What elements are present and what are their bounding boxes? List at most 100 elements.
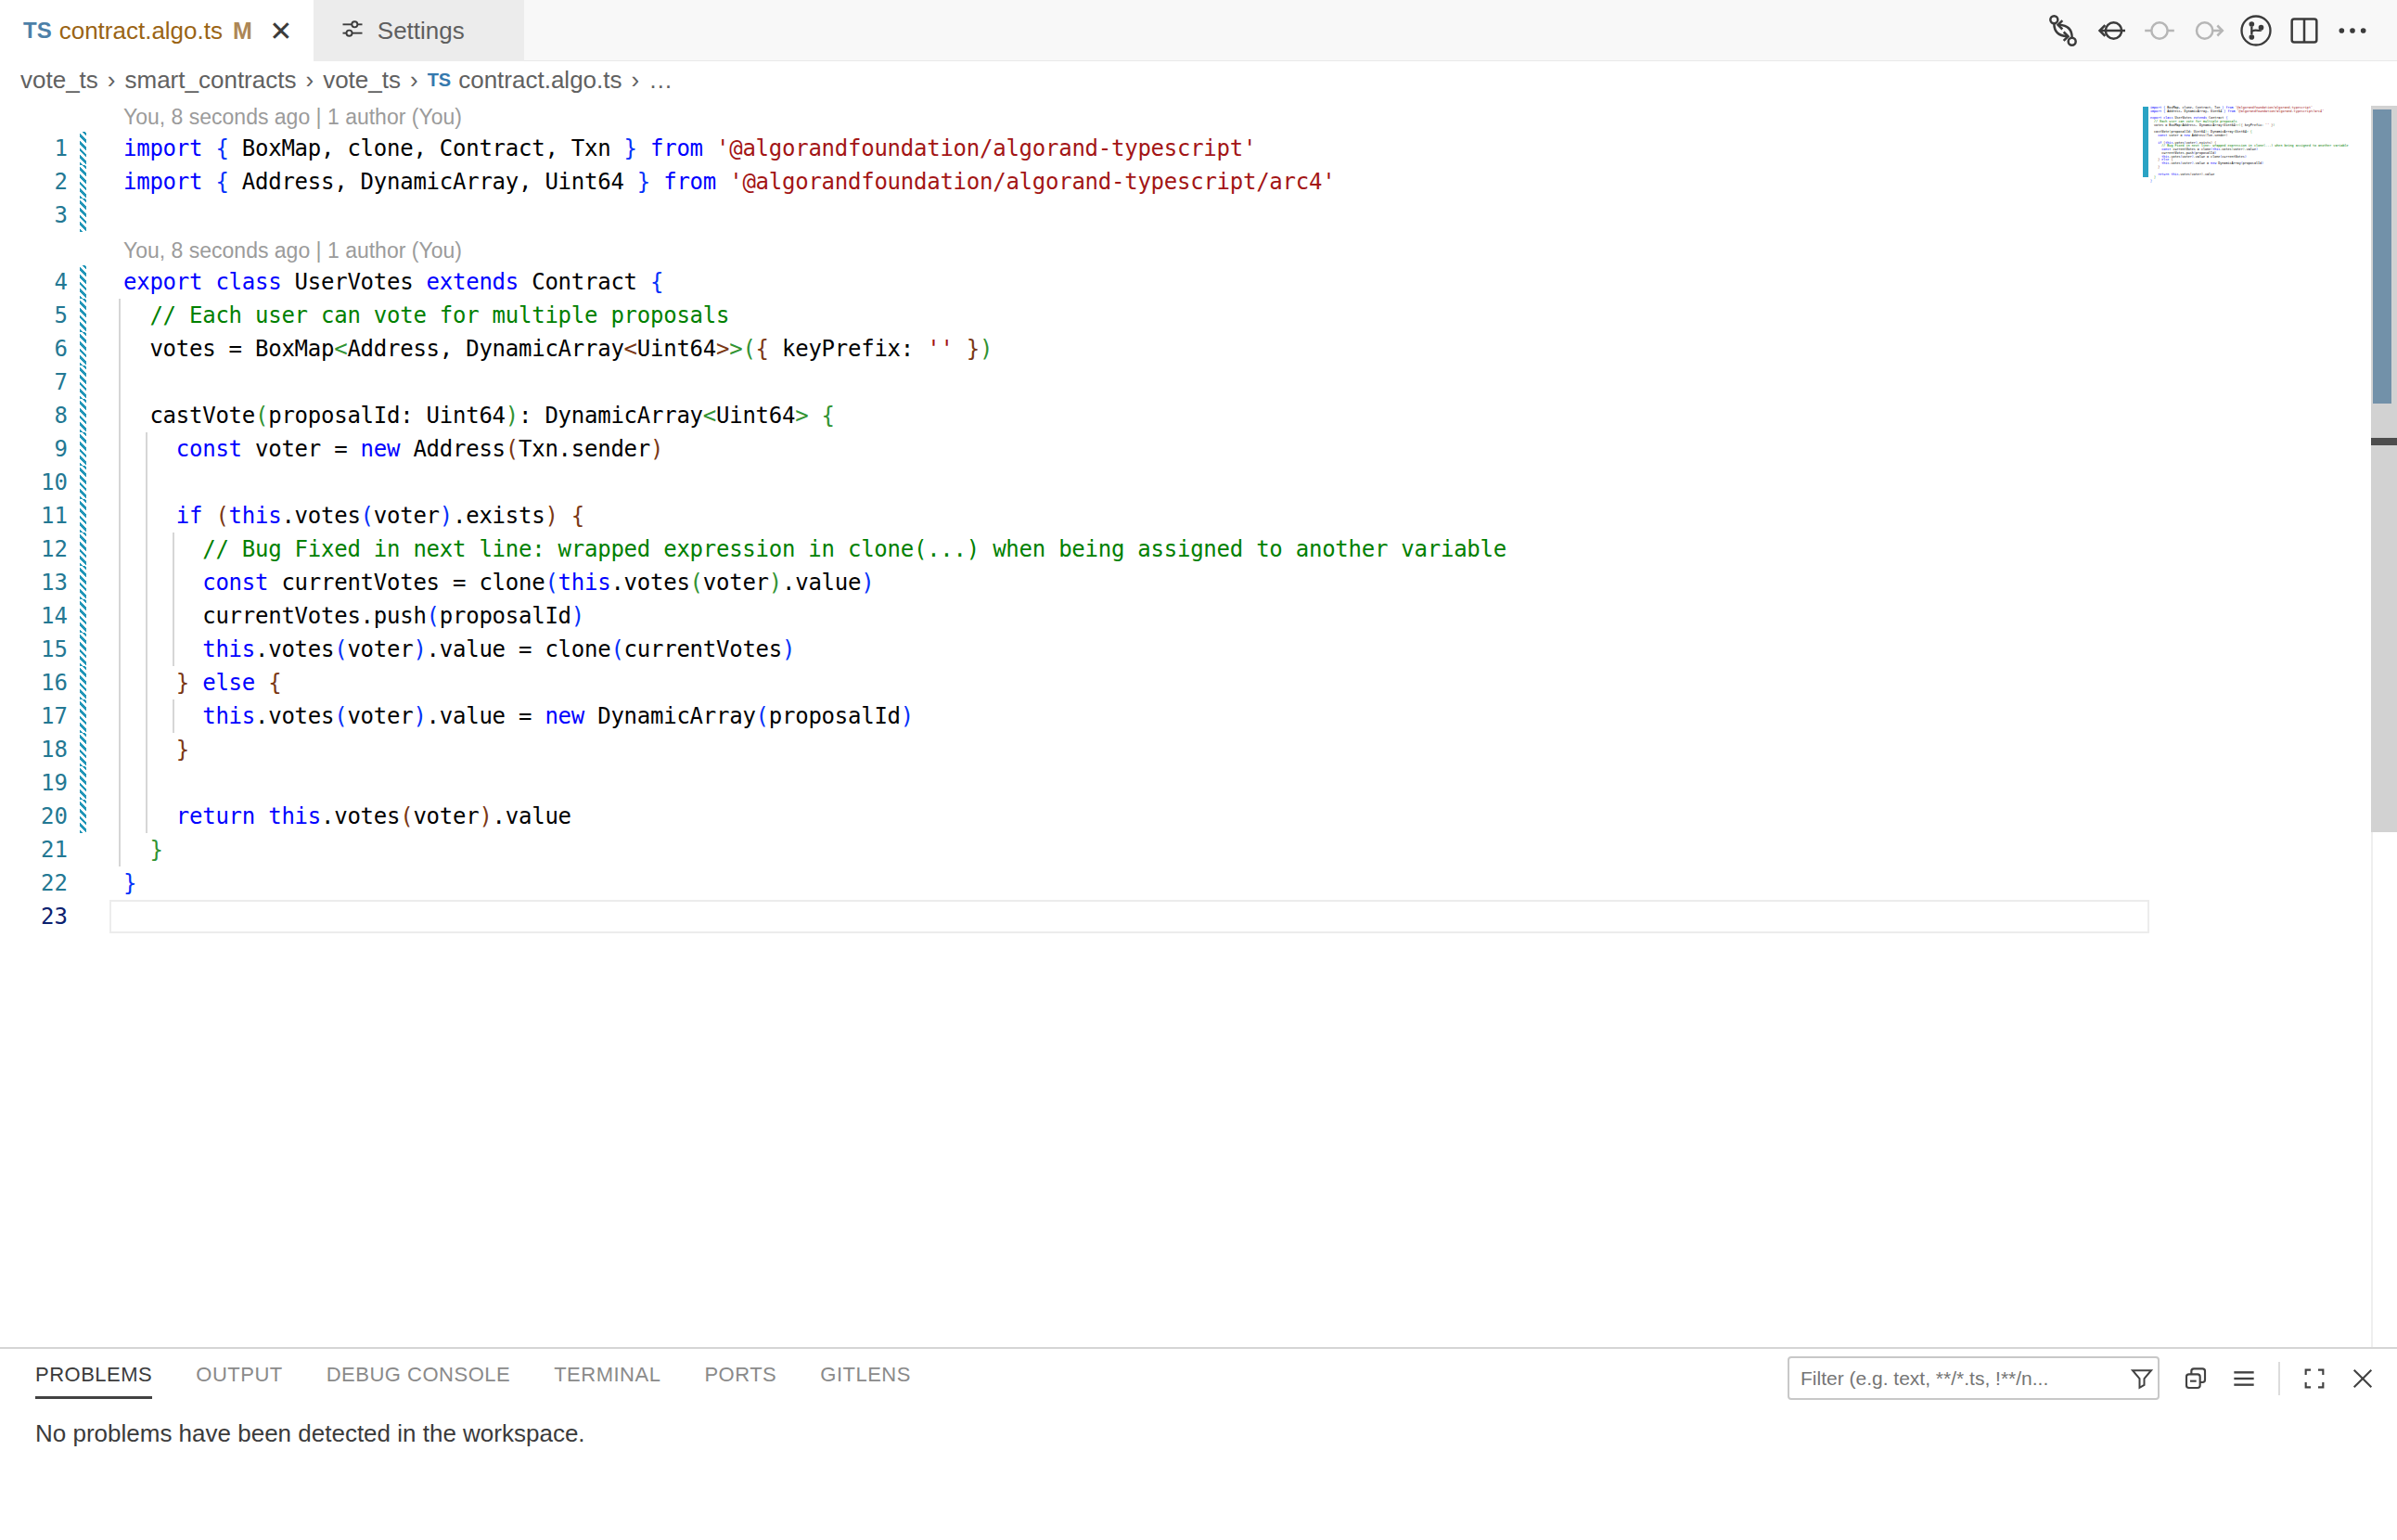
code-line[interactable]: 9 const voter = new Address(Txn.sender): [0, 432, 2152, 466]
code-line[interactable]: 11 if (this.votes(voter).exists) {: [0, 499, 2152, 533]
code-line[interactable]: 6 votes = BoxMap<Address, DynamicArray<U…: [0, 332, 2152, 366]
code-line[interactable]: 10: [0, 466, 2152, 499]
more-actions-icon[interactable]: [2334, 12, 2371, 49]
code-line[interactable]: 7: [0, 366, 2152, 399]
code-line[interactable]: 21 }: [0, 833, 2152, 866]
code-line[interactable]: 15 this.votes(voter).value = clone(curre…: [0, 633, 2152, 666]
git-added-gutter-indicator[interactable]: [80, 432, 86, 466]
panel-tab-ports[interactable]: PORTS: [704, 1349, 776, 1401]
code-line[interactable]: 17 this.votes(voter).value = new Dynamic…: [0, 699, 2152, 733]
views-icon[interactable]: [2180, 1363, 2211, 1394]
git-added-gutter-indicator[interactable]: [80, 332, 86, 366]
close-icon[interactable]: ✕: [267, 15, 295, 47]
git-added-gutter-indicator[interactable]: [80, 132, 86, 165]
git-added-gutter-indicator[interactable]: [80, 666, 86, 699]
panel-tab-debug-console[interactable]: DEBUG CONSOLE: [327, 1349, 510, 1401]
previous-change-icon[interactable]: [2141, 12, 2178, 49]
view-as-list-icon[interactable]: [2228, 1363, 2260, 1394]
minimap-changes-bar: [2143, 107, 2148, 177]
breadcrumb-item[interactable]: contract.algo.ts: [458, 66, 622, 95]
line-number: 16: [0, 666, 68, 699]
maximize-panel-icon[interactable]: [2299, 1363, 2330, 1394]
code-line[interactable]: 22}: [0, 866, 2152, 900]
git-added-gutter-indicator[interactable]: [80, 499, 86, 533]
line-number: 17: [0, 699, 68, 733]
breadcrumb-chevron-icon: ›: [410, 66, 418, 95]
minimap-line: [2150, 183, 2349, 186]
git-added-gutter-indicator[interactable]: [80, 366, 86, 399]
code-line[interactable]: 23: [0, 900, 2152, 933]
breadcrumb-item[interactable]: vote_ts: [323, 66, 401, 95]
code-line[interactable]: 1import { BoxMap, clone, Contract, Txn }…: [0, 132, 2152, 165]
codelens-annotation[interactable]: You, 8 seconds ago | 1 author (You): [0, 98, 2152, 132]
problems-message: No problems have been detected in the wo…: [0, 1419, 2397, 1448]
panel-actions: [2180, 1356, 2378, 1400]
code-line[interactable]: 16 } else {: [0, 666, 2152, 699]
line-number: 19: [0, 766, 68, 800]
git-added-gutter-indicator[interactable]: [80, 399, 86, 432]
open-previous-revision-icon[interactable]: [2093, 12, 2130, 49]
tab-title: Settings: [378, 17, 465, 45]
git-added-gutter-indicator[interactable]: [80, 699, 86, 733]
line-number: 21: [0, 833, 68, 866]
panel-tab-terminal[interactable]: TERMINAL: [554, 1349, 660, 1401]
code-text: export class UserVotes extends Contract …: [123, 265, 663, 299]
code-line[interactable]: 8 castVote(proposalId: Uint64): DynamicA…: [0, 399, 2152, 432]
problems-filter-input[interactable]: [1789, 1367, 2126, 1390]
panel-tab-output[interactable]: OUTPUT: [196, 1349, 282, 1401]
code-line[interactable]: 5 // Each user can vote for multiple pro…: [0, 299, 2152, 332]
code-line[interactable]: 3: [0, 199, 2152, 232]
tab-contract-algo-ts[interactable]: TS contract.algo.ts M ✕: [0, 0, 314, 61]
code-line[interactable]: 20 return this.votes(voter).value: [0, 800, 2152, 833]
codelens-annotation[interactable]: You, 8 seconds ago | 1 author (You): [0, 232, 2152, 265]
tab-title: contract.algo.ts: [59, 17, 223, 45]
code-text: import { Address, DynamicArray, Uint64 }…: [123, 165, 1335, 199]
git-added-gutter-indicator[interactable]: [80, 766, 86, 800]
line-number: 2: [0, 165, 68, 199]
split-editor-icon[interactable]: [2286, 12, 2323, 49]
minimap[interactable]: import { BoxMap, clone, Contract, Txn } …: [2150, 106, 2349, 186]
panel-tab-problems[interactable]: PROBLEMS: [35, 1349, 152, 1401]
code-text: if (this.votes(voter).exists) {: [123, 499, 584, 533]
git-added-gutter-indicator[interactable]: [80, 800, 86, 833]
open-commit-graph-icon[interactable]: [2237, 12, 2275, 49]
codelens-label[interactable]: You, 8 seconds ago | 1 author (You): [123, 238, 462, 263]
code-line[interactable]: 18 }: [0, 733, 2152, 766]
git-added-gutter-indicator[interactable]: [80, 299, 86, 332]
line-number: 23: [0, 900, 68, 933]
problems-filter-box[interactable]: [1788, 1356, 2160, 1400]
code-editor[interactable]: You, 8 seconds ago | 1 author (You)1impo…: [0, 98, 2397, 1347]
git-added-gutter-indicator[interactable]: [80, 466, 86, 499]
close-panel-icon[interactable]: [2347, 1363, 2378, 1394]
tab-settings[interactable]: Settings: [314, 0, 524, 61]
breadcrumb-symbol-ellipsis[interactable]: …: [648, 66, 673, 95]
git-added-gutter-indicator[interactable]: [80, 633, 86, 666]
line-number: 12: [0, 533, 68, 566]
code-text: }: [123, 866, 136, 900]
breadcrumb: vote_ts›smart_contracts›vote_ts›TScontra…: [0, 61, 2397, 98]
indent-guide: [119, 299, 121, 866]
code-line[interactable]: 13 const currentVotes = clone(this.votes…: [0, 566, 2152, 599]
git-added-gutter-indicator[interactable]: [80, 165, 86, 199]
code-line[interactable]: 2 import { Address, DynamicArray, Uint64 …: [0, 165, 2152, 199]
git-added-gutter-indicator[interactable]: [80, 533, 86, 566]
panel-tab-gitlens[interactable]: GITLENS: [820, 1349, 911, 1401]
bottom-panel: PROBLEMS OUTPUT DEBUG CONSOLE TERMINAL PORTS…: [0, 1347, 2397, 1540]
open-changes-icon[interactable]: [2045, 12, 2082, 49]
codelens-label[interactable]: You, 8 seconds ago | 1 author (You): [123, 105, 462, 130]
breadcrumb-item[interactable]: smart_contracts: [125, 66, 297, 95]
git-added-gutter-indicator[interactable]: [80, 265, 86, 299]
line-number: 11: [0, 499, 68, 533]
code-line[interactable]: 12 // Bug Fixed in next line: wrapped ex…: [0, 533, 2152, 566]
indent-guide: [146, 432, 147, 833]
git-added-gutter-indicator[interactable]: [80, 599, 86, 633]
git-added-gutter-indicator[interactable]: [80, 199, 86, 232]
line-number: 6: [0, 332, 68, 366]
breadcrumb-item[interactable]: vote_ts: [20, 66, 98, 95]
git-added-gutter-indicator[interactable]: [80, 566, 86, 599]
code-line[interactable]: 4export class UserVotes extends Contract…: [0, 265, 2152, 299]
code-line[interactable]: 19: [0, 766, 2152, 800]
next-change-icon[interactable]: [2189, 12, 2226, 49]
git-added-gutter-indicator[interactable]: [80, 733, 86, 766]
code-line[interactable]: 14 currentVotes.push(proposalId): [0, 599, 2152, 633]
